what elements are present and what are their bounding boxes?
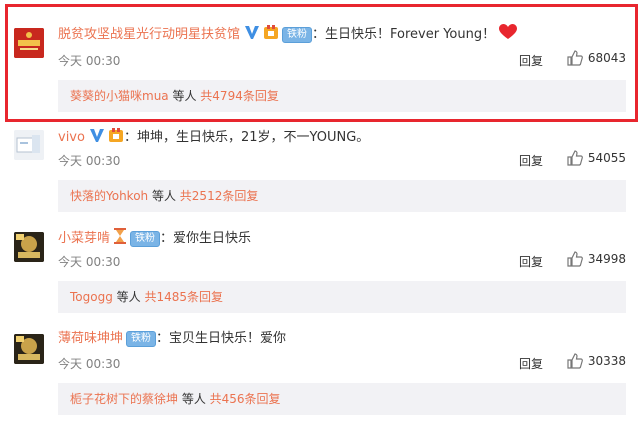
- comment-time: 今天 00:30: [58, 154, 121, 168]
- thread-mid: 等人: [178, 392, 210, 406]
- comment-time: 今天 00:30: [58, 54, 121, 68]
- comment-text: ：生日快乐！Forever Young！: [312, 27, 496, 42]
- reply-button[interactable]: 回复: [519, 253, 543, 270]
- fan-badge: 铁粉: [282, 27, 313, 43]
- thread-user[interactable]: 葵葵的小猫咪mua: [70, 89, 169, 103]
- reply-thread-box[interactable]: 栀子花树下的蔡徐坤 等人 共456条回复: [58, 383, 626, 415]
- verified-v-icon: [89, 127, 105, 149]
- thumbs-up-icon: [567, 251, 583, 267]
- comment-header: vivo ：坤坤，生日快乐，21岁，不一YOUNG。: [58, 127, 369, 149]
- like-count: 30338: [587, 354, 626, 368]
- comment-header: 薄荷味坤坤 铁粉 ：宝贝生日快乐！爱你: [58, 330, 286, 348]
- thread-mid: 等人: [168, 89, 201, 103]
- thumbs-up-icon: [567, 353, 583, 369]
- thread-user[interactable]: 快落的Yohkoh: [70, 189, 148, 203]
- comment-header: 小菜芽啃 铁粉 ：爱你生日快乐: [58, 228, 251, 250]
- reply-button[interactable]: 回复: [519, 355, 543, 372]
- fan-medal-icon: [108, 127, 124, 149]
- like-button[interactable]: 54055: [567, 150, 626, 166]
- like-count: 68043: [587, 51, 626, 65]
- like-button[interactable]: 30338: [567, 353, 626, 369]
- thread-count-link[interactable]: 共1485条回复: [144, 290, 223, 304]
- reply-button[interactable]: 回复: [519, 52, 543, 69]
- comment-text: ：宝贝生日快乐！爱你: [156, 331, 287, 346]
- comment-time: 今天 00:30: [58, 357, 121, 371]
- like-count: 34998: [587, 252, 626, 266]
- thread-user[interactable]: Togogg: [70, 290, 113, 304]
- verified-v-icon: [244, 24, 260, 46]
- reply-thread-box[interactable]: 葵葵的小猫咪mua 等人 共4794条回复: [58, 80, 626, 112]
- fan-badge: 铁粉: [130, 231, 161, 247]
- heart-icon: [499, 24, 518, 46]
- thumbs-up-icon: [567, 150, 583, 166]
- comment-text: ：爱你生日快乐: [160, 231, 252, 246]
- username[interactable]: vivo: [58, 129, 85, 147]
- username[interactable]: 薄荷味坤坤: [58, 330, 123, 348]
- username[interactable]: 小菜芽啃: [58, 230, 110, 248]
- thread-user[interactable]: 栀子花树下的蔡徐坤: [70, 392, 178, 406]
- like-count: 54055: [587, 151, 626, 165]
- comment-text: ：坤坤，生日快乐，21岁，不一YOUNG。: [123, 130, 370, 145]
- comment-header: 脱贫攻坚战星光行动明星扶贫馆 铁粉 ：生日快乐！Forever Young！: [58, 24, 518, 46]
- avatar[interactable]: [14, 334, 44, 364]
- fan-medal-icon: [263, 24, 279, 46]
- thread-count-link[interactable]: 共456条回复: [210, 392, 281, 406]
- avatar[interactable]: [14, 232, 44, 262]
- reply-thread-box[interactable]: 快落的Yohkoh 等人 共2512条回复: [58, 180, 626, 212]
- thread-mid: 等人: [148, 189, 180, 203]
- fan-badge: 铁粉: [126, 331, 157, 347]
- hourglass-icon: [113, 228, 127, 250]
- thread-mid: 等人: [112, 290, 145, 304]
- avatar[interactable]: [14, 28, 44, 58]
- reply-button[interactable]: 回复: [519, 152, 543, 169]
- thread-count-link[interactable]: 共4794条回复: [200, 89, 279, 103]
- thread-count-link[interactable]: 共2512条回复: [180, 189, 259, 203]
- like-button[interactable]: 68043: [567, 50, 626, 66]
- thumbs-up-icon: [567, 50, 583, 66]
- reply-thread-box[interactable]: Togogg 等人 共1485条回复: [58, 281, 626, 313]
- avatar[interactable]: [14, 130, 44, 160]
- comment-time: 今天 00:30: [58, 255, 121, 269]
- like-button[interactable]: 34998: [567, 251, 626, 267]
- username[interactable]: 脱贫攻坚战星光行动明星扶贫馆: [58, 26, 240, 44]
